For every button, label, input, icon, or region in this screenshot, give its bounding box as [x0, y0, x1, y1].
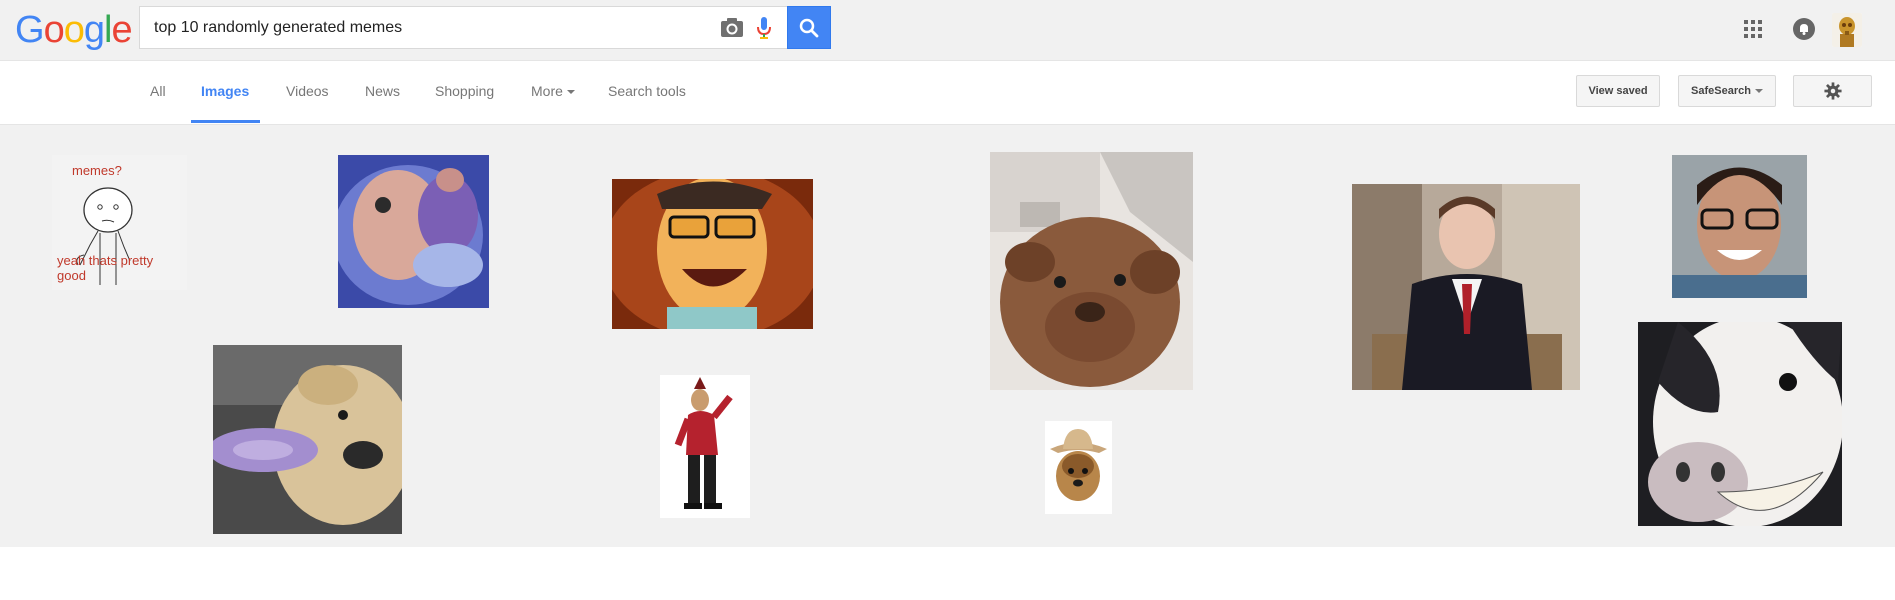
image-result[interactable] [990, 152, 1193, 390]
logo-letter: G [15, 9, 45, 51]
tab-more[interactable]: More [531, 83, 575, 99]
logo-letter: g [83, 9, 105, 51]
image-results-grid: memes? yeah thats pretty good [0, 125, 1895, 547]
search-input[interactable] [154, 18, 714, 38]
logo-letter: o [43, 9, 65, 51]
image-result[interactable] [660, 375, 750, 518]
top-bar: Google [0, 0, 1895, 61]
active-tab-indicator [191, 120, 260, 123]
notification-bell-icon[interactable] [1793, 18, 1815, 40]
image-result[interactable] [1638, 322, 1842, 526]
camera-icon[interactable] [720, 17, 744, 39]
view-saved-button[interactable]: View saved [1576, 75, 1660, 107]
tab-all[interactable]: All [150, 83, 166, 99]
tab-news[interactable]: News [365, 83, 400, 99]
logo-letter: e [111, 9, 132, 51]
search-button[interactable] [787, 6, 831, 49]
tab-search-tools[interactable]: Search tools [608, 83, 686, 99]
safesearch-button[interactable]: SafeSearch [1678, 75, 1776, 107]
logo-letter: o [63, 9, 85, 51]
tab-more-label: More [531, 83, 563, 99]
search-icon [799, 18, 819, 37]
mic-icon[interactable] [756, 16, 772, 40]
search-tabs: All Images Videos News Shopping More Sea… [0, 61, 1895, 125]
safesearch-label: SafeSearch [1691, 85, 1751, 97]
image-result[interactable] [338, 155, 489, 308]
meme-caption: yeah thats pretty good [57, 253, 153, 283]
meme-caption-line: good [57, 268, 86, 283]
tab-images[interactable]: Images [201, 83, 249, 99]
tab-videos[interactable]: Videos [286, 83, 329, 99]
image-result[interactable] [1352, 184, 1580, 390]
meme-caption: memes? [72, 163, 122, 178]
meme-caption-line: yeah thats pretty [57, 253, 154, 268]
chevron-down-icon [1754, 89, 1763, 93]
logo-letter: l [103, 9, 113, 51]
image-result[interactable] [612, 179, 813, 329]
image-result[interactable] [1672, 155, 1807, 298]
chevron-down-icon [566, 90, 575, 95]
google-logo[interactable]: Google [15, 9, 133, 52]
gear-icon [1823, 82, 1842, 100]
image-result[interactable] [213, 345, 402, 534]
tab-shopping[interactable]: Shopping [435, 83, 494, 99]
image-result[interactable]: memes? yeah thats pretty good [52, 155, 187, 290]
settings-button[interactable] [1793, 75, 1872, 107]
search-box [139, 6, 787, 49]
apps-grid-icon[interactable] [1743, 19, 1763, 39]
avatar[interactable] [1832, 13, 1862, 47]
image-result[interactable] [1045, 421, 1112, 514]
